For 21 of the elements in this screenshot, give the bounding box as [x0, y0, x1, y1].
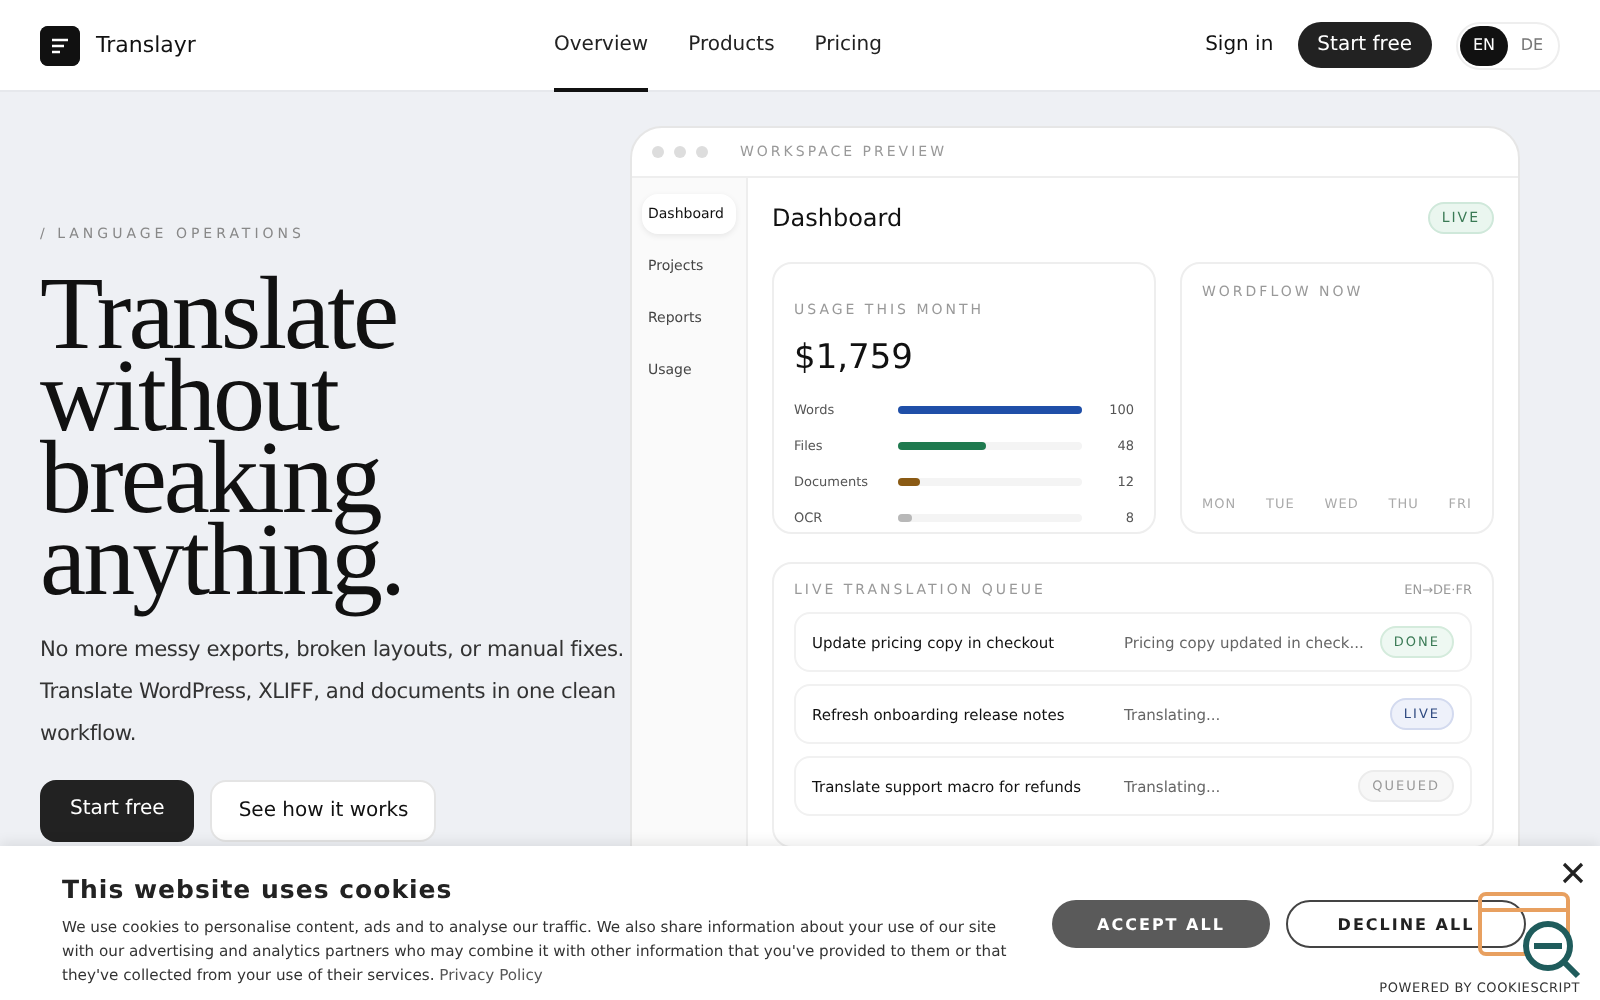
cookie-title: This website uses cookies — [62, 874, 453, 904]
nav-link[interactable]: Products — [688, 0, 775, 91]
usage-amount: $1,759 — [794, 338, 913, 378]
nav-link[interactable]: Pricing — [814, 0, 882, 91]
window-dots-icon — [652, 146, 712, 158]
brand-name: Translayr — [96, 32, 196, 58]
see-how-it-works-button[interactable]: See how it works — [210, 780, 437, 842]
hero-description: No more messy exports, broken layouts, or manual fixes. Translate WordPress, XLIFF, and documents in one clean workflow. — [40, 636, 626, 750]
dashboard-title: Dashboard — [772, 204, 903, 232]
hero-headline: Translate without breaking anything. — [40, 266, 405, 622]
decline-all-button[interactable]: DECLINE ALL — [1286, 900, 1526, 948]
start-free-button[interactable]: Start free — [40, 780, 195, 842]
start-free-button[interactable]: Start free — [1297, 22, 1432, 68]
language-option[interactable]: EN — [1460, 25, 1508, 65]
close-icon[interactable] — [1562, 862, 1584, 884]
language-option[interactable]: DE — [1508, 25, 1556, 65]
magnifier-badge-icon — [1476, 890, 1584, 982]
accept-all-button[interactable]: ACCEPT ALL — [1052, 900, 1270, 948]
nav-link[interactable]: Overview — [554, 0, 649, 91]
logo-icon — [40, 25, 80, 65]
sign-in-link[interactable]: Sign in — [1205, 34, 1274, 56]
